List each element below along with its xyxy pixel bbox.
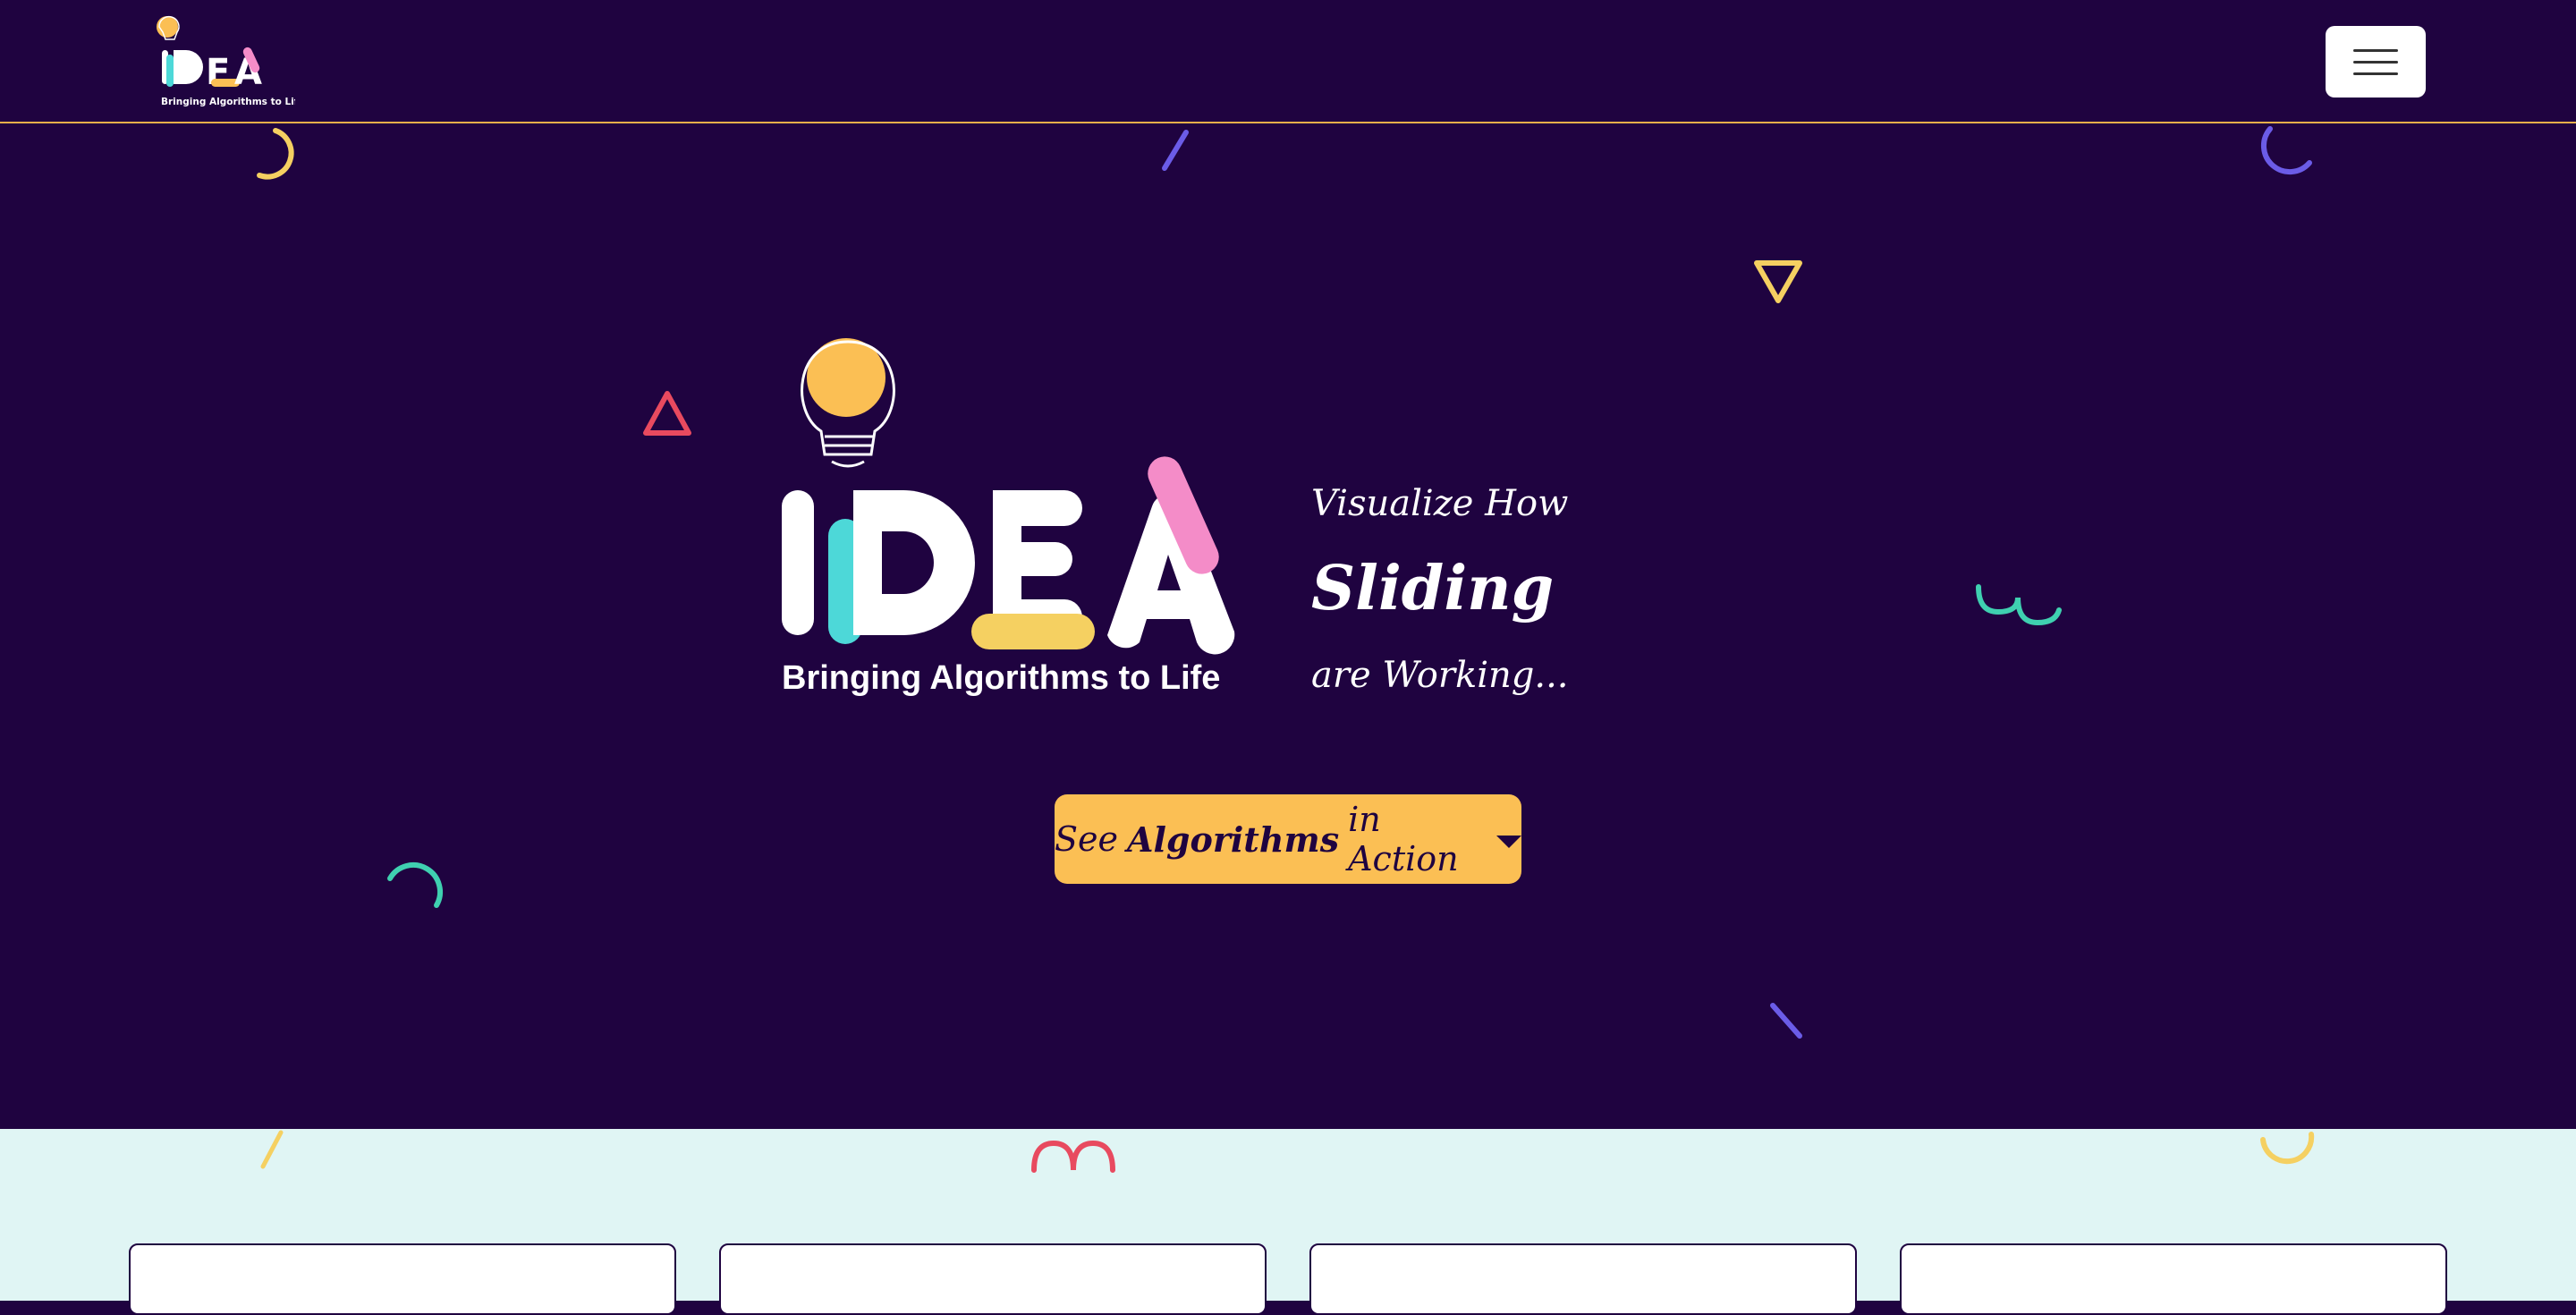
dash-decoration-icon xyxy=(1770,1003,1802,1039)
dash-decoration-icon xyxy=(260,1130,284,1169)
lightbulb-icon xyxy=(801,338,895,468)
squiggle-decoration-icon xyxy=(1031,1140,1115,1173)
hamburger-icon xyxy=(2353,49,2398,52)
arc-decoration-icon xyxy=(257,128,294,180)
algorithm-card[interactable] xyxy=(719,1243,1267,1315)
hero-logo-tagline: Bringing Algorithms to Life xyxy=(782,659,1220,697)
cta-label-part3: in Action xyxy=(1348,800,1459,878)
algorithm-card[interactable] xyxy=(129,1243,676,1315)
brand-logo[interactable]: E A Bringing Algorithms to Life xyxy=(152,14,304,111)
hero-logo: Bringing Algorithms to Life xyxy=(769,331,1252,707)
triangle-decoration-icon xyxy=(1754,260,1802,303)
algorithm-card[interactable] xyxy=(1309,1243,1857,1315)
cta-label-part1: See xyxy=(1055,819,1119,859)
triangle-decoration-icon xyxy=(643,391,691,436)
brand-logo-tagline: Bringing Algorithms to Life xyxy=(161,97,295,107)
navbar: E A Bringing Algorithms to Life xyxy=(0,0,2576,123)
caret-down-icon xyxy=(1496,836,1521,848)
algorithm-card[interactable] xyxy=(1900,1243,2447,1315)
tagline-line-3: are Working... xyxy=(1311,655,1569,696)
arc-decoration-icon xyxy=(2260,126,2312,175)
idea-wordmark xyxy=(782,456,1235,655)
squiggle-decoration-icon xyxy=(1976,584,2062,626)
dash-decoration-icon xyxy=(1162,130,1189,171)
svg-text:E: E xyxy=(206,52,230,93)
menu-toggle-button[interactable] xyxy=(2326,26,2426,98)
arc-decoration-icon xyxy=(387,861,443,908)
hero-section xyxy=(0,123,2576,1129)
see-algorithms-button[interactable]: See Algorithms in Action xyxy=(1055,794,1521,884)
tagline-line-1: Visualize How xyxy=(1311,483,1569,524)
cta-label-part2: Algorithms xyxy=(1127,819,1340,860)
tagline-algorithm-name: Sliding xyxy=(1311,553,1555,624)
arc-decoration-icon xyxy=(2260,1132,2315,1165)
